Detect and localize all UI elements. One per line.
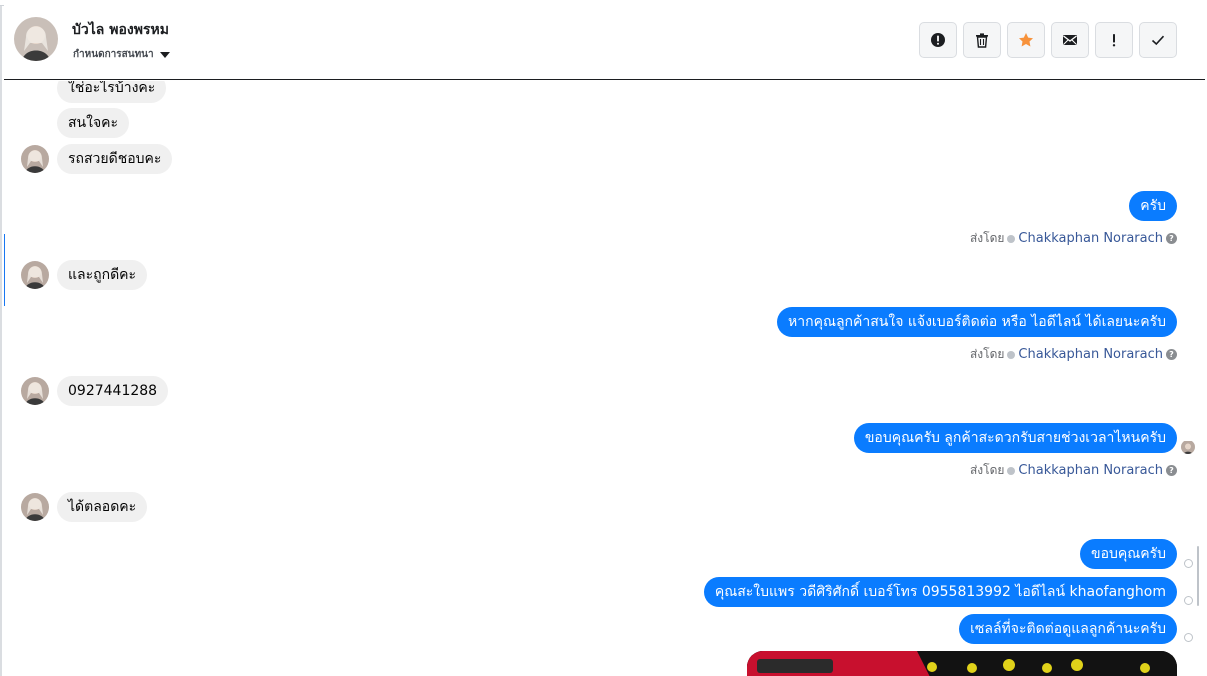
message-thread[interactable]: ใช่อะไรบ้างคะ สนใจคะ รถสวยดีชอบคะ ครับ ส…	[4, 81, 1205, 676]
message-incoming: และถูกดีคะ	[21, 260, 148, 290]
delete-button[interactable]	[963, 22, 1001, 58]
message-bubble[interactable]: เซลล์ที่จะติดต่อดูแลลูกค้านะครับ	[959, 614, 1177, 644]
assign-label: กำหนดการสนทนา	[73, 49, 154, 60]
delivered-icon	[1184, 559, 1193, 568]
star-icon	[1019, 33, 1033, 47]
sent-by-prefix: ส่งโดย	[969, 231, 1005, 245]
message-bubble[interactable]: ขอบคุณครับ	[1080, 539, 1177, 569]
image-attachment[interactable]	[747, 651, 1177, 676]
help-icon[interactable]: ?	[1166, 465, 1177, 476]
message-outgoing: คุณสะใบแพร วดีศิริศักดิ์ เบอร์โทร 095581…	[703, 577, 1177, 607]
action-toolbar	[919, 22, 1177, 58]
exclamation-icon	[1112, 34, 1116, 47]
message-bubble[interactable]: คุณสะใบแพร วดีศิริศักดิ์ เบอร์โทร 095581…	[703, 577, 1177, 607]
agent-name-link[interactable]: Chakkaphan Norarach	[1018, 231, 1163, 246]
message-outgoing: หากคุณลูกค้าสนใจ แจ้งเบอร์ติดต่อ หรือ ไอ…	[777, 307, 1177, 337]
verified-icon	[1007, 350, 1016, 359]
message-outgoing: ขอบคุณครับ	[1080, 539, 1177, 569]
sent-by-line: ส่งโดย Chakkaphan Norarach ?	[970, 345, 1177, 364]
message-outgoing: เซลล์ที่จะติดต่อดูแลลูกค้านะครับ	[959, 614, 1177, 644]
trash-icon	[976, 33, 988, 48]
message-outgoing: ครับ	[1129, 191, 1177, 221]
sender-avatar	[21, 261, 49, 289]
star-button[interactable]	[1007, 22, 1045, 58]
alert-circle-icon	[931, 33, 945, 47]
active-message-marker	[4, 234, 5, 306]
assign-conversation-dropdown[interactable]: กำหนดการสนทนา	[73, 47, 170, 62]
sent-by-prefix: ส่งโดย	[969, 347, 1005, 361]
contact-name[interactable]: บัวไล พองพรหม	[72, 19, 169, 41]
message-incoming: สนใจคะ	[57, 108, 130, 138]
mark-unread-button[interactable]	[1051, 22, 1089, 58]
conversation-header: บัวไล พองพรหม กำหนดการสนทนา	[4, 0, 1205, 80]
spam-button[interactable]	[919, 22, 957, 58]
read-receipt-avatar	[1181, 440, 1195, 454]
message-bubble[interactable]: ได้ตลอดคะ	[57, 492, 148, 522]
message-bubble[interactable]: 0927441288	[57, 376, 169, 406]
agent-name-link[interactable]: Chakkaphan Norarach	[1018, 463, 1163, 478]
scrollbar-thumb[interactable]	[1197, 546, 1199, 606]
sent-by-prefix: ส่งโดย	[969, 463, 1005, 477]
message-bubble[interactable]: ใช่อะไรบ้างคะ	[57, 81, 167, 103]
sender-avatar	[21, 493, 49, 521]
follow-up-button[interactable]	[1095, 22, 1133, 58]
agent-name-link[interactable]: Chakkaphan Norarach	[1018, 347, 1163, 362]
sent-by-line: ส่งโดย Chakkaphan Norarach ?	[970, 229, 1177, 248]
delivered-icon	[1184, 633, 1193, 642]
message-bubble[interactable]: และถูกดีคะ	[57, 260, 148, 290]
help-icon[interactable]: ?	[1166, 233, 1177, 244]
message-outgoing: ขอบคุณครับ ลูกค้าสะดวกรับสายช่วงเวลาไหนค…	[853, 423, 1177, 453]
message-bubble[interactable]: ขอบคุณครับ ลูกค้าสะดวกรับสายช่วงเวลาไหนค…	[853, 423, 1177, 453]
contact-avatar[interactable]	[14, 17, 58, 61]
verified-icon	[1007, 234, 1016, 243]
inbox-conversation-view: บัวไล พองพรหม กำหนดการสนทนา ใช่อะไรบ้างค…	[0, 0, 1207, 676]
verified-icon	[1007, 466, 1016, 475]
sender-avatar	[21, 377, 49, 405]
message-incoming: ได้ตลอดคะ	[21, 492, 148, 522]
delivered-icon	[1184, 596, 1193, 605]
sender-avatar	[21, 145, 49, 173]
message-incoming: ใช่อะไรบ้างคะ	[57, 81, 167, 103]
message-bubble[interactable]: สนใจคะ	[57, 108, 130, 138]
caret-down-icon	[159, 51, 170, 58]
check-icon	[1151, 35, 1165, 46]
help-icon[interactable]: ?	[1166, 349, 1177, 360]
message-bubble[interactable]: ครับ	[1129, 191, 1177, 221]
message-bubble[interactable]: รถสวยดีชอบคะ	[57, 144, 173, 174]
message-incoming: 0927441288	[21, 376, 169, 406]
envelope-icon	[1063, 35, 1077, 45]
message-incoming: รถสวยดีชอบคะ	[21, 144, 173, 174]
mark-done-button[interactable]	[1139, 22, 1177, 58]
message-bubble[interactable]: หากคุณลูกค้าสนใจ แจ้งเบอร์ติดต่อ หรือ ไอ…	[777, 307, 1177, 337]
sent-by-line: ส่งโดย Chakkaphan Norarach ?	[970, 461, 1177, 480]
